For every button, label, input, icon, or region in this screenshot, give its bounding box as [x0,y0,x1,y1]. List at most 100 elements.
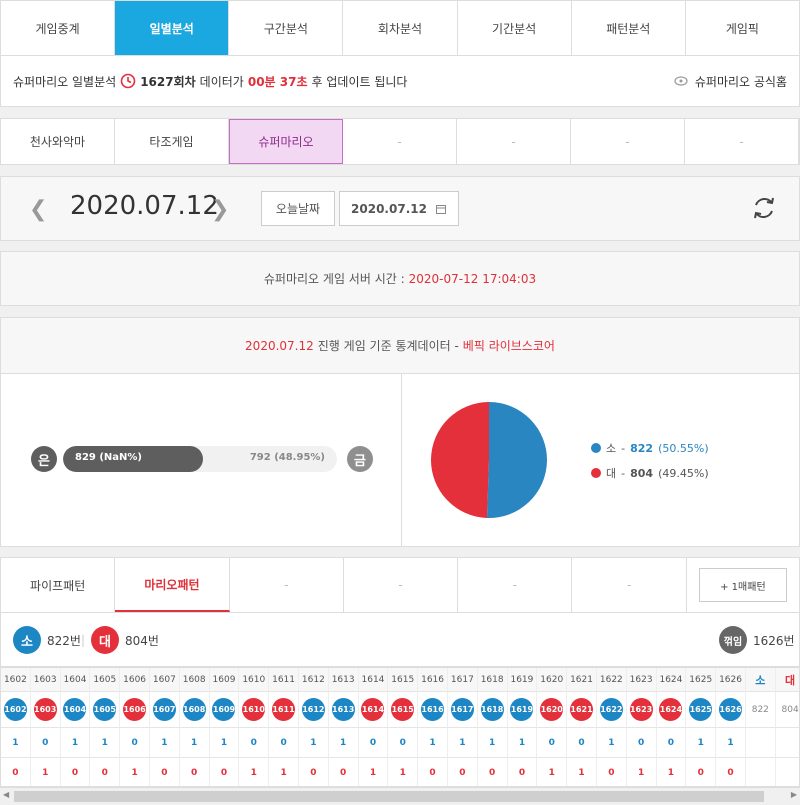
legend-large-pct: (49.45%) [658,466,709,480]
grid-cell: 1 [179,728,210,758]
ratio-bar-left-label: 829 (NaN%) [75,452,143,463]
game-tab-1[interactable]: 타조게임 [115,119,229,164]
result-ball: 1604 [63,698,87,721]
legend-small-label: 소 [606,442,617,455]
grid-tail-cell: 소 [745,668,776,692]
game-tab-2[interactable]: 슈퍼마리오 [229,119,343,164]
info-mid: 데이터가 [199,74,244,89]
grid-cell: 0 [269,728,299,758]
ratio-bar-right-label: 792 (48.95%) [249,452,325,463]
grid-cell: 1624 [656,692,687,728]
top-tab-3[interactable]: 회차분석 [343,1,458,55]
today-button[interactable]: 오늘날짜 [261,191,335,226]
result-ball: 1611 [272,698,296,721]
grid-cell: 0 [448,758,478,786]
grid-cell: 1 [507,728,538,758]
grid-cell: 1 [90,728,121,758]
grid-tail-cell: 822 [745,692,776,728]
grid-cell: 0 [358,728,389,758]
grid-cell: 1621 [567,668,597,692]
grid-cell: 0 [716,758,746,786]
top-tab-2[interactable]: 구간분석 [229,1,344,55]
grid-cell: 1605 [90,668,121,692]
grid-cell: 0 [150,758,180,786]
next-date-button[interactable]: ❯ [211,197,229,222]
result-ball: 1606 [123,698,147,721]
legend-small: 소 - 822 (50.55%) [591,440,709,456]
grid-cell: 1613 [328,692,359,728]
grid-row-3: 0100100011001100001101100 [1,758,799,786]
game-tab-4[interactable]: - [457,119,571,164]
refresh-icon[interactable] [749,193,779,223]
stats-panel: 2020.07.12 진행 게임 기준 통계데이터 - 베픽 라이브스코어 은 … [0,317,800,547]
result-ball: 1614 [361,698,385,721]
pie-slice-small [486,402,547,518]
pattern-tab-0[interactable]: 파이프패턴 [1,558,116,612]
summary-even: 꺾임 1626번 [719,626,795,654]
stats-divider [401,374,402,547]
result-ball: 1610 [242,698,266,721]
grid-cell: 1603 [30,668,61,692]
one-pattern-button[interactable]: + 1매패턴 [698,568,787,602]
pattern-tab-2[interactable]: - [230,558,344,612]
grid-cell: 1605 [90,692,121,728]
ratio-bar: 829 (NaN%) 792 (48.95%) [63,446,337,472]
grid-cell: 0 [61,758,91,786]
game-tab-6[interactable]: - [685,119,799,164]
game-tab-3[interactable]: - [343,119,457,164]
summary-small: 소 822번 [13,626,81,654]
grid-cell: 1 [60,728,91,758]
top-tab-4[interactable]: 기간분석 [458,1,572,55]
grid-cell: 1607 [149,668,180,692]
summary-even-count: 1626번 [753,633,795,648]
game-tabs: 천사와악마 타조게임 슈퍼마리오 - - - - [0,118,800,165]
scrollbar-thumb[interactable] [14,791,764,802]
pattern-tab-5[interactable]: - [572,558,687,612]
grid-cell: 0 [210,758,240,786]
mario-logo-icon [674,76,688,86]
pattern-tab-3[interactable]: - [344,558,459,612]
summary-even-badge: 꺾임 [719,626,747,654]
grid-cell: 1606 [120,668,150,692]
official-link[interactable]: 슈퍼마리오 공식홈 [673,73,787,90]
grid-cell: 1619 [507,668,538,692]
grid-cell: 1607 [149,692,180,728]
grid-cell: 1618 [477,692,508,728]
grid-cell: 1620 [537,692,568,728]
pattern-tab-1[interactable]: 마리오패턴 [115,558,230,612]
date-picker[interactable]: 2020.07.12 [339,191,459,226]
top-tab-6[interactable]: 게임픽 [686,1,799,55]
result-ball: 1602 [3,698,27,721]
grid-cell: 1604 [60,668,91,692]
stats-header: 2020.07.12 진행 게임 기준 통계데이터 - 베픽 라이브스코어 [1,318,799,374]
grid-row-1: 1602 1603 1604 1605 1606 1607 1608 1609 1610 1611… [1,692,799,728]
top-tab-0[interactable]: 게임중계 [1,1,116,55]
grid-cell: 1 [477,728,508,758]
grid-cell: 1614 [358,668,389,692]
scroll-left-icon[interactable]: ◀ [3,790,9,799]
top-tab-1[interactable]: 일별분석 [115,1,230,55]
grid-cell: 1618 [477,668,508,692]
game-tab-0[interactable]: 천사와악마 [1,119,115,164]
grid-cell: 0 [329,758,359,786]
official-link-label: 슈퍼마리오 공식홈 [694,74,787,89]
prev-date-button[interactable]: ❮ [29,197,47,222]
pattern-tabs: 파이프패턴 마리오패턴 - - - - + 1매패턴 [0,557,800,613]
grid-cell: 1619 [507,692,538,728]
result-ball: 1613 [331,698,355,721]
horizontal-scrollbar[interactable]: ◀ ▶ [0,787,800,805]
grid-cell: 1606 [120,692,150,728]
grid-cell: 1608 [179,692,210,728]
game-tab-5[interactable]: - [571,119,685,164]
grid-cell: 0 [30,728,61,758]
pattern-summary: 소 822번 | 대 804번 꺾임 1626번 [0,613,800,667]
grid-cell: 0 [656,728,687,758]
pattern-tab-4[interactable]: - [458,558,573,612]
grid-tail-cell [745,728,776,758]
top-tab-5[interactable]: 패턴분석 [572,1,686,55]
scroll-right-icon[interactable]: ▶ [791,790,797,799]
legend-large: 대 - 804 (49.45%) [591,465,709,481]
grid-cell: 1612 [298,668,329,692]
server-time-bar: 슈퍼마리오 게임 서버 시간 : 2020-07-12 17:04:03 [0,251,800,306]
grid-cell: 1 [209,728,240,758]
